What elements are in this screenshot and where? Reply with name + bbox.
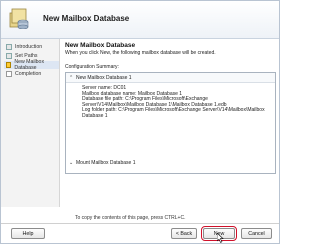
detail-line: Log folder path: C:\Program Files\Micros… [82, 107, 265, 114]
step-completion[interactable]: Completion [6, 70, 41, 78]
summary-section-title: New Mailbox Database 1 [76, 74, 132, 81]
help-button[interactable]: Help [11, 228, 45, 239]
summary-details: Server name: DC01 Mailbox database name:… [82, 85, 272, 120]
mailbox-database-icon [9, 8, 29, 29]
summary-label: Configuration Summary: [65, 64, 119, 70]
wizard-window: New Mailbox Database Introduction Set Pa… [0, 0, 280, 244]
step-done-icon [6, 53, 12, 59]
footer-divider [1, 223, 279, 224]
step-new-mailbox-database[interactable]: New Mailbox Database [4, 59, 59, 71]
step-label: Completion [15, 71, 42, 77]
mount-section-title: Mount Mailbox Database 1 [76, 160, 136, 166]
page-description: When you click New, the following mailbo… [65, 50, 216, 56]
cancel-button[interactable]: Cancel [241, 228, 272, 239]
page-title: New Mailbox Database [65, 42, 136, 49]
wizard-steps-panel: Introduction Set Paths New Mailbox Datab… [1, 39, 60, 207]
chevron-up-icon[interactable]: ⌃ [69, 75, 73, 81]
copy-hint: To copy the contents of this page, press… [75, 215, 186, 221]
mount-section-header[interactable]: ⌄ Mount Mailbox Database 1 [66, 159, 275, 167]
step-introduction[interactable]: Introduction [6, 43, 42, 51]
chevron-down-icon[interactable]: ⌄ [69, 160, 73, 166]
step-future-icon [6, 71, 12, 77]
detail-line: Database 1 [82, 112, 108, 119]
step-current-icon [6, 62, 12, 68]
step-done-icon [6, 44, 12, 50]
window-title: New Mailbox Database [43, 14, 130, 23]
wizard-content: New Mailbox Database When you click New,… [60, 39, 279, 207]
configuration-summary-box[interactable]: ⌃ New Mailbox Database 1 Server name: DC… [65, 72, 276, 174]
mouse-pointer-icon [217, 233, 224, 243]
title-bar: New Mailbox Database [1, 1, 279, 39]
summary-section-header[interactable]: ⌃ New Mailbox Database 1 [66, 73, 275, 83]
step-label: Introduction [15, 44, 43, 50]
back-button[interactable]: < Back [171, 228, 197, 239]
